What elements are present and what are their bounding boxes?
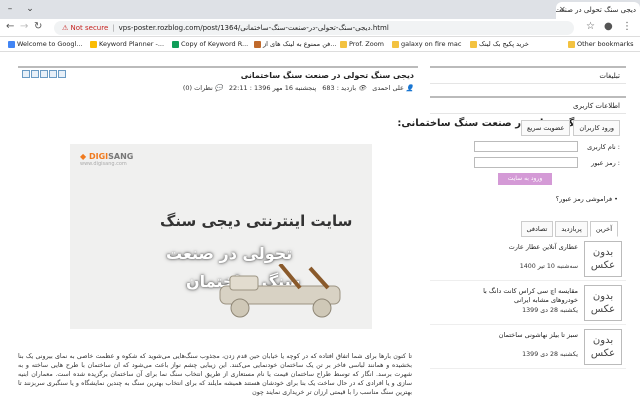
post-body: تا کنون بارها برای شما اتفاق افتاده که د… [18, 353, 412, 396]
bookmark-keyword-planner[interactable]: Keyword Planner -... [90, 40, 164, 48]
post-header: دیجی سنگ تحولی در صنعت سنگ ساختمانی 👤 علی… [18, 66, 418, 106]
security-label[interactable]: Not secure [71, 24, 109, 32]
bookmarks-bar: Welcome to Googl... Keyword Planner -...… [0, 37, 640, 52]
window-controls: – ⌄ [0, 0, 40, 19]
tab-quick-register[interactable]: عضویت سریع [520, 120, 571, 136]
not-secure-icon[interactable]: ⚠ [62, 24, 71, 32]
login-box-title: اطلاعات کاربری [430, 96, 626, 114]
folder-icon [392, 40, 399, 48]
bookmark-copy-keyword[interactable]: Copy of Keyword R... [172, 40, 248, 48]
forward-icon[interactable]: → [20, 21, 28, 32]
folder-icon [568, 40, 575, 48]
post-banner-image: ◆ DIGISANG www.digisang.com سایت اینترنت… [70, 144, 372, 329]
tab-most-viewed[interactable]: پربازدید [555, 221, 588, 237]
minimize-icon[interactable]: – [0, 0, 20, 19]
username-field[interactable] [474, 141, 578, 152]
views-meta: 👁 بازدید : 683 [322, 84, 367, 92]
star-icon[interactable] [40, 70, 48, 78]
digisang-logo: ◆ DIGISANG www.digisang.com [80, 152, 134, 167]
reload-icon[interactable]: ↻ [34, 21, 42, 32]
google-ads-icon [90, 40, 97, 48]
comments-meta[interactable]: 💬 نظرات (0) [183, 84, 223, 92]
list-item-date: یکشنبه 28 دی 1399 [522, 351, 578, 358]
user-icon: 👤 [405, 84, 414, 92]
bookmark-other[interactable]: Other bookmarks [568, 40, 634, 48]
password-label: رمز عبور : [591, 158, 620, 167]
post-title[interactable]: دیجی سنگ تحولی در صنعت سنگ ساختمانی [241, 71, 414, 80]
bullet-icon: • [612, 195, 618, 203]
search-tabs-icon[interactable]: ⌄ [20, 0, 40, 19]
username-label: نام کاربری : [587, 142, 620, 151]
list-item[interactable]: بدون عکس عطاری آنلاین عطار عارت سه‌شنبه … [430, 241, 626, 281]
username-row: نام کاربری : [430, 141, 626, 152]
list-item[interactable]: بدون عکس مقایسه اچ سی کراس کانت دانگ با … [430, 285, 626, 325]
browser-tab[interactable]: + ✕ دیجی سنگ تحولی در صنعت سنگ ساختمانی [556, 2, 640, 19]
back-icon[interactable]: ← [6, 21, 14, 32]
list-item-date: سه‌شنبه 10 تیر 1400 [519, 263, 578, 270]
logo-mark-icon: ◆ [80, 152, 87, 161]
profile-icon[interactable]: ● [604, 21, 613, 32]
tab-user-login[interactable]: ورود کاربران [573, 120, 620, 136]
posts-tabs: تصادفی پربازدید آخرین [430, 221, 626, 237]
bookmark-backlink[interactable]: خرید پکیج بک لینک [470, 40, 529, 48]
password-field[interactable] [474, 157, 578, 168]
sheets-icon [172, 40, 179, 48]
no-image-thumbnail[interactable]: بدون عکس [584, 241, 622, 277]
url-text: vps-poster.rozblog.com/post/1364/دیجی-سن… [118, 24, 389, 32]
login-tabs: عضویت سریع ورود کاربران [430, 120, 620, 136]
star-icon[interactable]: ☆ [586, 21, 595, 32]
tab-random[interactable]: تصادفی [520, 221, 554, 237]
eye-icon: 👁 [358, 84, 367, 92]
password-row: رمز عبور : [430, 157, 626, 168]
rating-stars[interactable] [22, 70, 66, 78]
login-button[interactable]: ورود به سایت [498, 173, 552, 185]
author-meta: 👤 علی احمدی [372, 84, 414, 92]
close-icon[interactable]: ✕ [559, 5, 566, 14]
ads-box-title: تبلیغات [430, 66, 626, 84]
post-meta: 👤 علی احمدی 👁 بازدید : 683 پنجشنبه 16 مهر … [183, 84, 414, 92]
star-icon[interactable] [58, 70, 66, 78]
banner-line-1: سایت اینترنتی دیجی سنگ [160, 212, 353, 230]
star-icon[interactable] [49, 70, 57, 78]
list-item-date: یکشنبه 28 دی 1399 [522, 307, 578, 314]
date-meta: پنجشنبه 16 مهر 1396 : 22:11 [228, 84, 317, 92]
sidebar: تبلیغات اطلاعات کاربری عضویت سریع ورود ک… [430, 66, 626, 369]
google-icon [8, 40, 15, 48]
page-content: دیجی سنگ تحولی در صنعت سنگ ساختمانی 👤 علی… [0, 52, 640, 400]
bookmark-welcome[interactable]: Welcome to Googl... [8, 40, 83, 48]
stone-car-illustration [219, 264, 341, 318]
banner-line-2: تحولی در صنعت [166, 244, 293, 263]
no-image-thumbnail[interactable]: بدون عکس [584, 285, 622, 321]
bookmark-galaxy[interactable]: galaxy on fire mac [392, 40, 461, 48]
folder-icon [470, 40, 477, 48]
bookmark-site[interactable]: فن ممنوع به لینک های از... [254, 40, 336, 48]
star-icon[interactable] [31, 70, 39, 78]
bookmark-prof-zoom[interactable]: Prof. Zoom [340, 40, 384, 48]
comment-icon: 💬 [214, 84, 223, 92]
star-icon[interactable] [22, 70, 30, 78]
list-item[interactable]: بدون عکس سبز تا بیلز نهاشونی ساختمان یکش… [430, 329, 626, 369]
no-image-thumbnail[interactable]: بدون عکس [584, 329, 622, 365]
folder-icon [340, 40, 347, 48]
forgot-password-link[interactable]: • فراموشی رمز عبور؟ [430, 195, 618, 203]
list-item-title[interactable]: مقایسه اچ سی کراس کانت دانگ با خودروهای … [468, 287, 578, 305]
tab-strip: – ⌄ + ✕ دیجی سنگ تحولی در صنعت سنگ ساختم… [0, 0, 640, 19]
address-row: ← → ↻ ⚠ Not secure | vps-poster.rozblog.co… [0, 19, 640, 37]
list-item-title[interactable]: سبز تا بیلز نهاشونی ساختمان [468, 331, 578, 340]
menu-icon[interactable]: ⋮ [622, 21, 632, 32]
tab-latest[interactable]: آخرین [589, 221, 618, 237]
url-input[interactable]: ⚠ Not secure | vps-poster.rozblog.com/post… [54, 21, 574, 35]
list-item-title[interactable]: عطاری آنلاین عطار عارت [468, 243, 578, 252]
tab-title: دیجی سنگ تحولی در صنعت سنگ ساختمانی [556, 6, 636, 14]
login-box: اطلاعات کاربری عضویت سریع ورود کاربران ن… [430, 96, 626, 203]
site-icon [254, 40, 261, 48]
